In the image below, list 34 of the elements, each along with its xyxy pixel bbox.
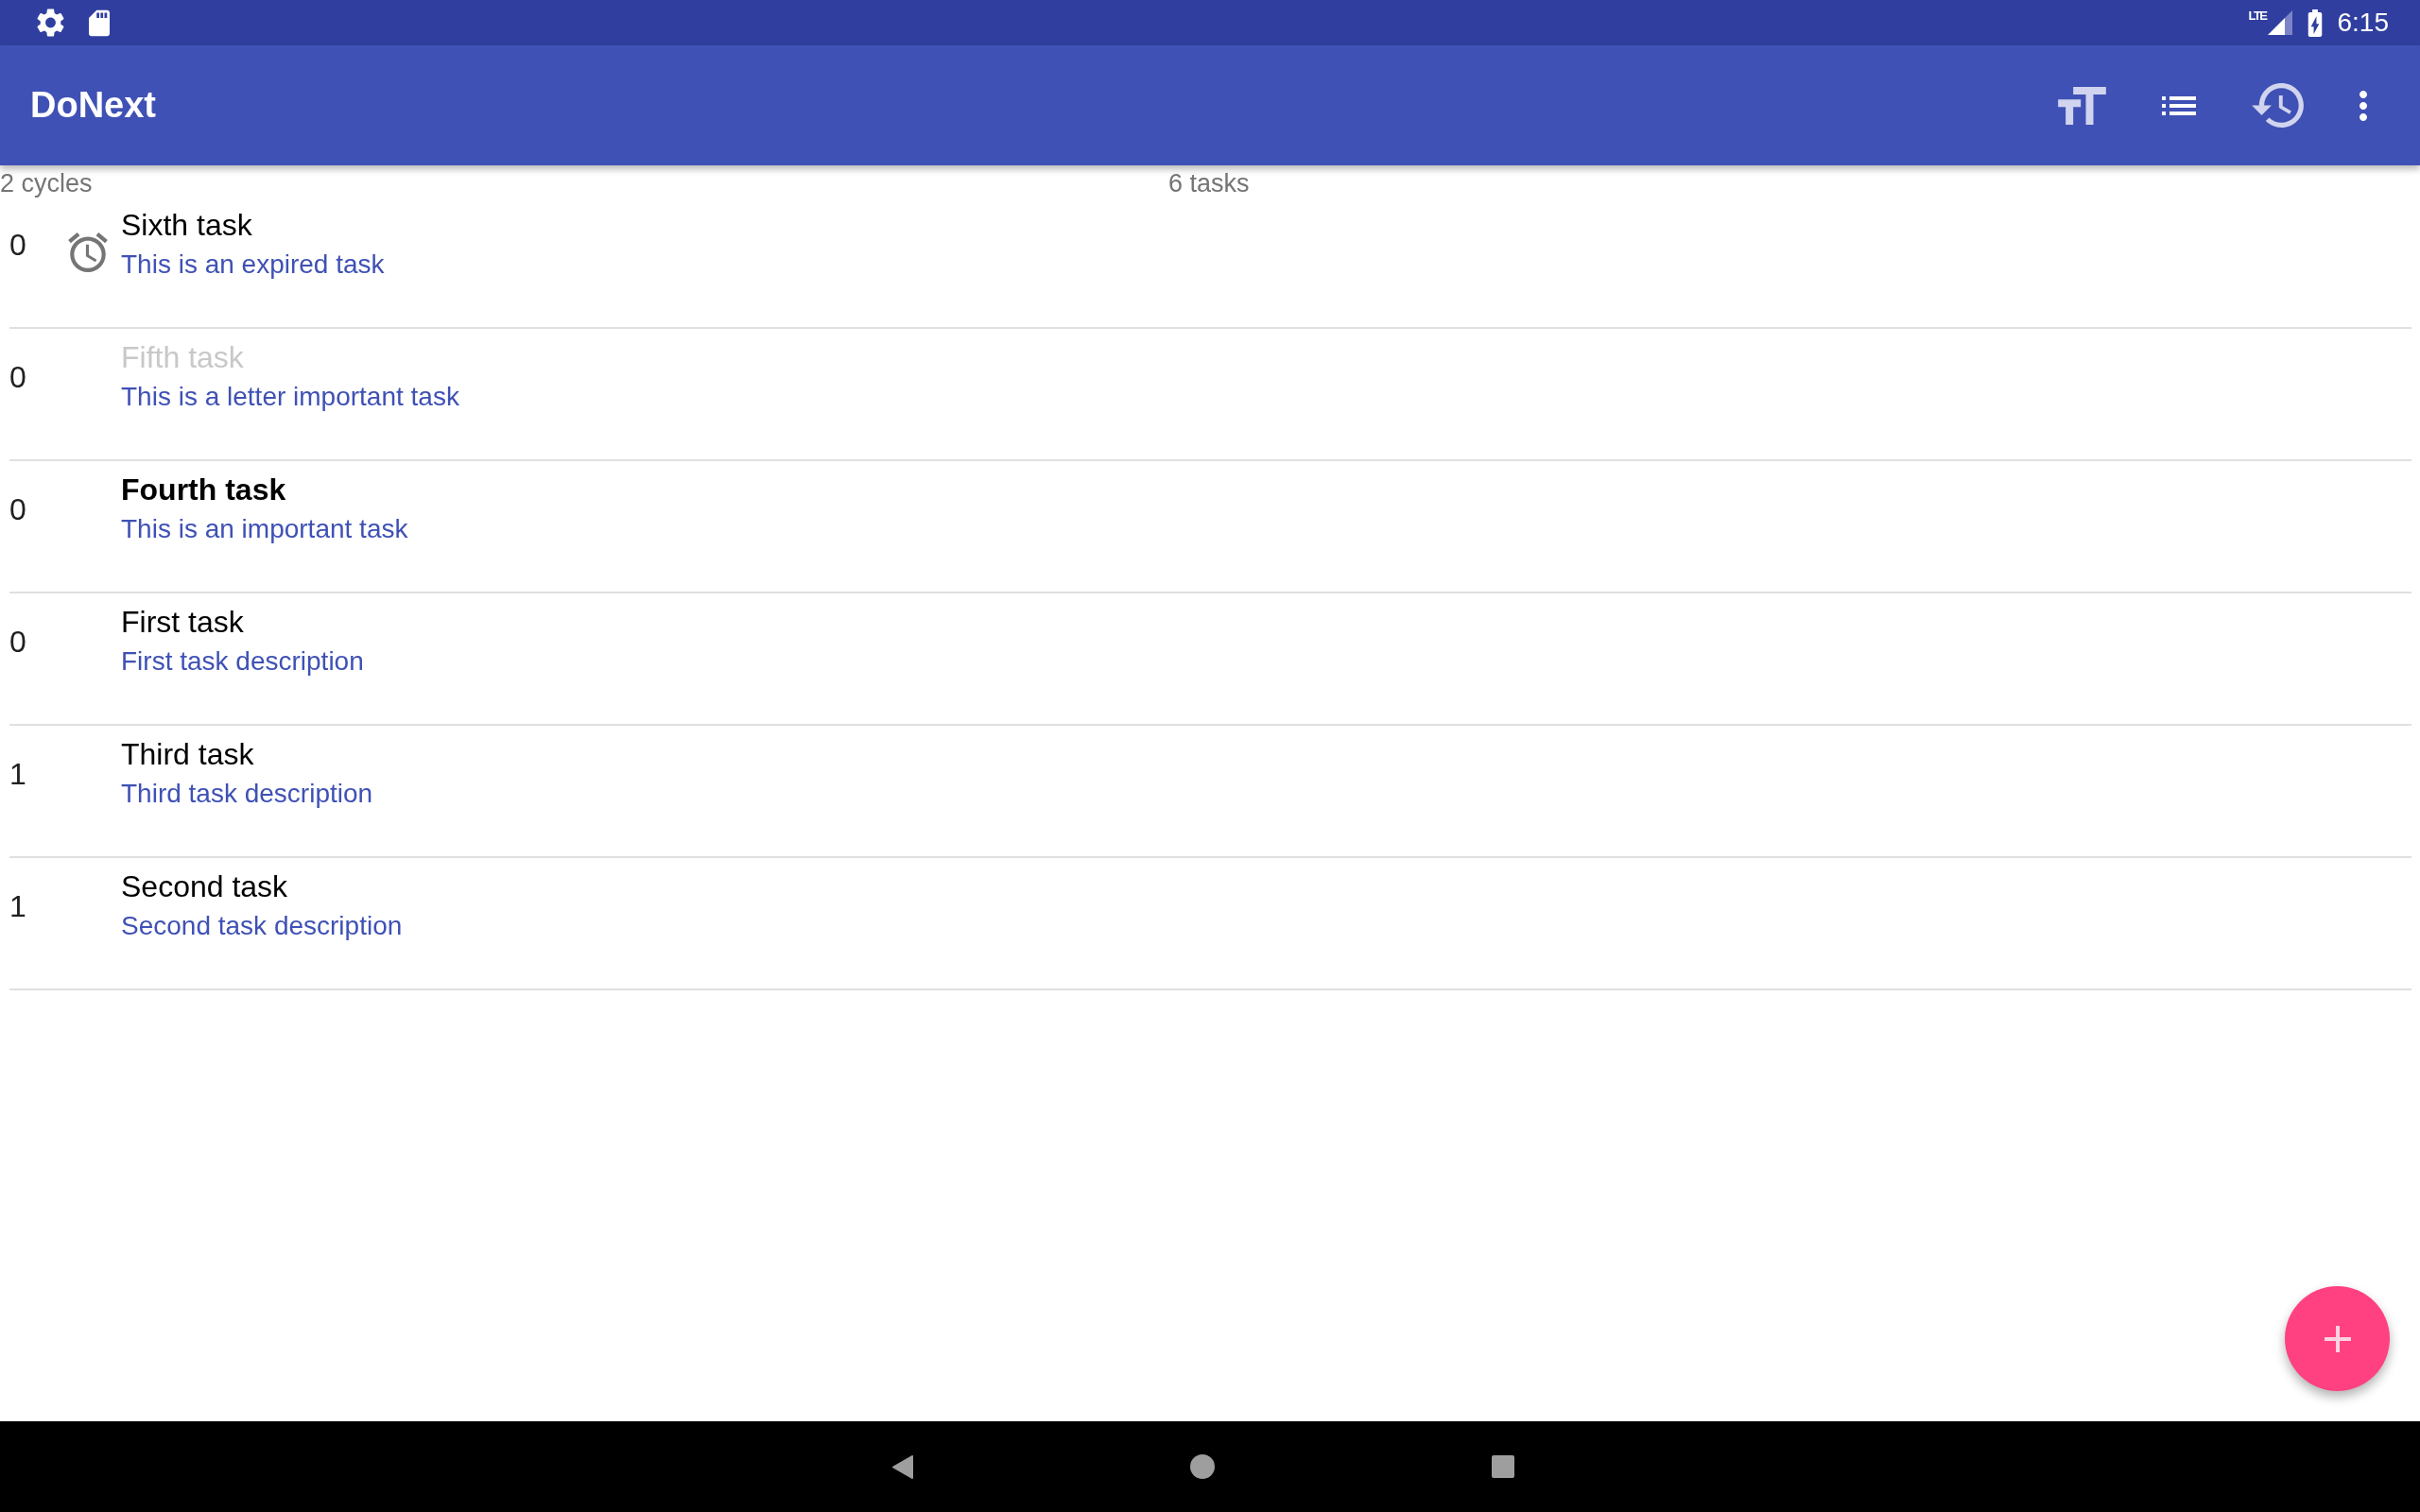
list-icon[interactable]: [2162, 95, 2196, 115]
task-description: This is an important task: [121, 513, 408, 545]
more-options-icon[interactable]: [2360, 90, 2367, 121]
task-description: This is a letter important task: [121, 381, 459, 413]
task-title: Fourth task: [121, 472, 286, 508]
task-cycle-count: 0: [9, 227, 26, 264]
task-cycle-count: 0: [9, 491, 26, 528]
task-description: Third task description: [121, 778, 373, 810]
task-cycle-count: 1: [9, 888, 26, 925]
network-type-label: LTE: [2248, 9, 2267, 22]
add-button[interactable]: [2285, 1286, 2390, 1391]
task-title: First task: [121, 604, 244, 641]
signal-icon: [2267, 9, 2292, 35]
task-count: 6 tasks: [1168, 169, 1250, 198]
status-time: 6:15: [2337, 8, 2389, 38]
task-description: First task description: [121, 645, 364, 678]
text-size-icon[interactable]: [2058, 86, 2106, 125]
task-title: Second task: [121, 868, 288, 905]
plus-icon: [2324, 1325, 2351, 1352]
task-cycle-count: 0: [9, 624, 26, 661]
task-cycle-count: 0: [9, 359, 26, 396]
task-description: This is an expired task: [121, 249, 385, 281]
task-title: Third task: [121, 736, 254, 773]
task-title: Sixth task: [121, 207, 252, 244]
back-triangle-icon[interactable]: [892, 1454, 913, 1479]
home-circle-icon[interactable]: [1190, 1454, 1215, 1479]
app-title: DoNext: [30, 85, 157, 126]
sd-card-icon: [89, 9, 110, 37]
history-icon[interactable]: [2252, 83, 2304, 128]
task-description: Second task description: [121, 910, 403, 942]
settings-icon: [37, 9, 64, 37]
cycle-count: 2 cycles: [0, 169, 93, 198]
battery-charging-icon: [2307, 9, 2323, 37]
task-cycle-count: 1: [9, 756, 26, 793]
